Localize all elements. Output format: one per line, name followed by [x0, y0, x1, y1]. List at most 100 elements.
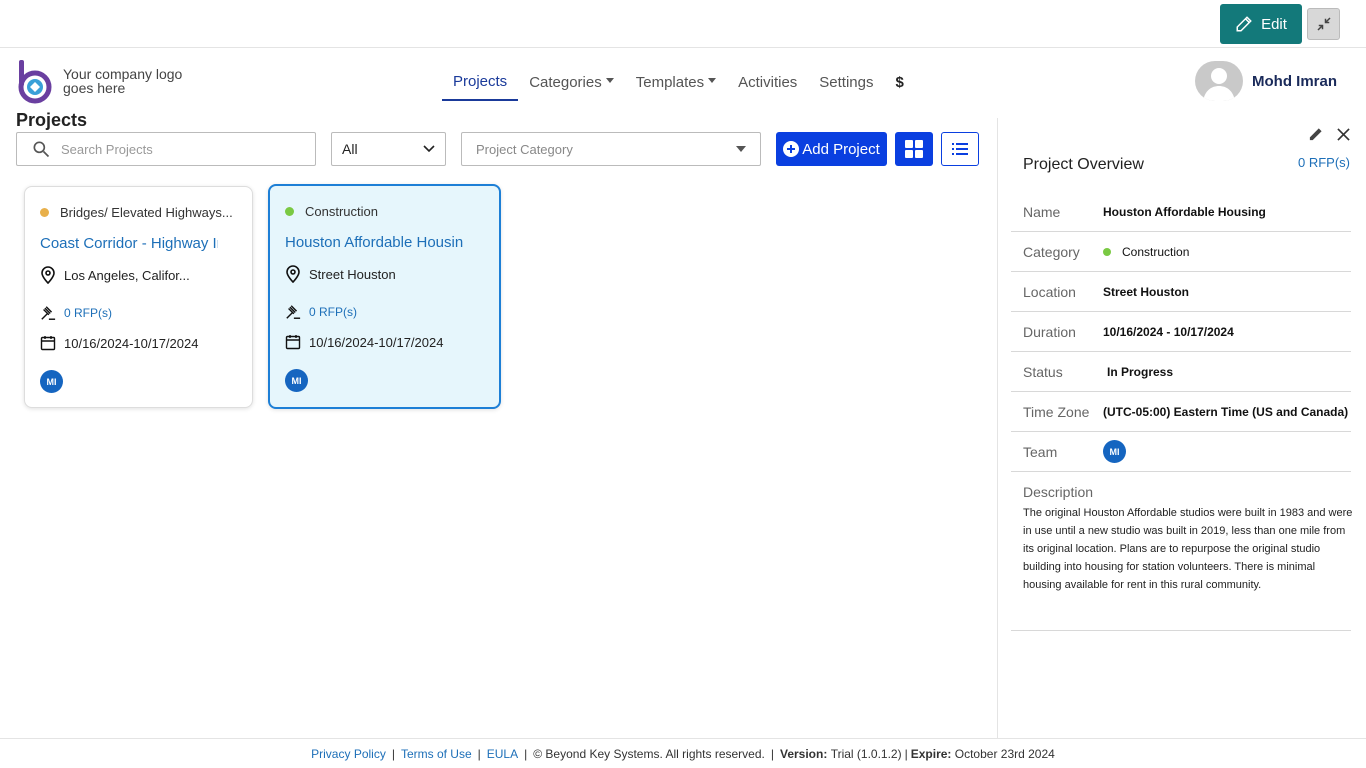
- card-title[interactable]: Coast Corridor - Highway Im: [40, 235, 218, 252]
- terms-of-use-link[interactable]: Terms of Use: [401, 747, 472, 761]
- add-project-button[interactable]: Add Project: [776, 132, 887, 166]
- company-logo: [18, 60, 52, 104]
- eula-link[interactable]: EULA: [487, 747, 518, 761]
- nav-activities-label: Activities: [738, 73, 798, 91]
- nav-billing[interactable]: $: [885, 63, 915, 101]
- edit-button-label: Edit: [1261, 15, 1287, 33]
- panel-rfp-link[interactable]: 0 RFP(s): [1298, 155, 1350, 170]
- main-nav: Projects Categories Templates Activities…: [442, 62, 915, 102]
- panel-title: Project Overview: [1023, 156, 1144, 173]
- version-label: Version:: [779, 746, 828, 761]
- user-name: Mohd Imran: [1252, 72, 1337, 90]
- card-category: Construction: [285, 204, 378, 219]
- user-menu[interactable]: Mohd Imran: [1195, 61, 1337, 101]
- list-view-button[interactable]: [941, 132, 979, 166]
- timezone-label: Time Zone: [1023, 403, 1090, 420]
- overview-row-location: Location Street Houston: [1011, 272, 1351, 312]
- footer-separator: |: [524, 746, 528, 761]
- duration-value: 10/16/2024 - 10/17/2024: [1103, 324, 1234, 339]
- edit-button[interactable]: Edit: [1220, 4, 1302, 44]
- search-box[interactable]: [16, 132, 316, 166]
- status-label: Status: [1023, 363, 1063, 380]
- calendar-icon: [285, 335, 301, 350]
- copyright-text: © Beyond Key Systems. All rights reserve…: [533, 746, 765, 761]
- top-bar: Edit: [0, 0, 1366, 48]
- card-category-label: Construction: [305, 204, 378, 219]
- expire-label: Expire:: [910, 746, 952, 761]
- user-icon: [1203, 68, 1235, 101]
- close-panel-button[interactable]: [1335, 126, 1351, 142]
- category-dot-icon: [285, 207, 294, 216]
- nav-activities[interactable]: Activities: [727, 63, 808, 101]
- card-title[interactable]: Houston Affordable Housing: [285, 234, 463, 251]
- search-icon: [33, 141, 50, 158]
- card-team: MI: [285, 369, 308, 392]
- overview-row-team: Team MI: [1011, 432, 1351, 472]
- overview-row-timezone: Time Zone (UTC-05:00) Eastern Time (US a…: [1011, 392, 1351, 432]
- category-value: Construction: [1103, 245, 1189, 259]
- description-text: The original Houston Affordable studios …: [1023, 507, 1353, 591]
- add-project-label: Add Project: [802, 140, 880, 158]
- nav-categories-label: Categories: [529, 73, 602, 91]
- search-input[interactable]: [61, 141, 291, 157]
- nav-settings[interactable]: Settings: [808, 63, 884, 101]
- collapse-button[interactable]: [1307, 8, 1340, 40]
- category-dot-icon: [40, 208, 49, 217]
- nav-categories[interactable]: Categories: [518, 63, 625, 101]
- overview-row-status: Status In Progress: [1011, 352, 1351, 392]
- privacy-policy-link[interactable]: Privacy Policy: [311, 747, 386, 761]
- card-category: Bridges/ Elevated Highways...: [40, 205, 233, 220]
- footer: Privacy Policy | Terms of Use | EULA | ©…: [0, 738, 1366, 768]
- footer-separator: |: [770, 746, 774, 761]
- map-pin-icon: [41, 266, 55, 284]
- card-dates-text: 10/16/2024-10/17/2024: [309, 334, 444, 350]
- gavel-icon: [41, 306, 56, 320]
- card-rfp-link[interactable]: 0 RFP(s): [64, 306, 112, 320]
- team-label: Team: [1023, 443, 1058, 460]
- dropdown-arrow-icon: [736, 146, 746, 152]
- nav-billing-label: $: [895, 73, 904, 91]
- footer-separator: |: [391, 746, 395, 761]
- project-category-select[interactable]: Project Category: [461, 132, 761, 166]
- name-value: Houston Affordable Housing: [1103, 204, 1266, 219]
- team-member-avatar[interactable]: MI: [285, 369, 308, 392]
- project-card-selected[interactable]: Construction Houston Affordable Housing …: [268, 184, 501, 409]
- project-category-placeholder: Project Category: [476, 141, 573, 157]
- edit-overview-button[interactable]: [1307, 126, 1323, 142]
- description-label: Description: [1023, 484, 1094, 500]
- nav-projects[interactable]: Projects: [442, 63, 519, 101]
- plus-circle-icon: [783, 141, 800, 157]
- team-member-avatar[interactable]: MI: [1103, 440, 1126, 463]
- nav-templates[interactable]: Templates: [625, 63, 727, 101]
- logo-placeholder-text: Your company logo goes here: [63, 66, 183, 96]
- card-dates-text: 10/16/2024-10/17/2024: [64, 335, 199, 351]
- project-card[interactable]: Bridges/ Elevated Highways... Coast Corr…: [24, 186, 253, 408]
- collapse-icon: [1316, 17, 1331, 31]
- list-icon: [952, 143, 968, 155]
- card-rfp-link[interactable]: 0 RFP(s): [309, 305, 357, 319]
- card-location: Los Angeles, Califor...: [40, 266, 190, 284]
- card-location-text: Street Houston: [309, 266, 396, 282]
- grid-icon: [905, 140, 923, 158]
- grid-view-button[interactable]: [895, 132, 933, 166]
- card-dates: 10/16/2024-10/17/2024: [285, 333, 443, 351]
- overview-row-duration: Duration 10/16/2024 - 10/17/2024: [1011, 312, 1351, 352]
- card-rfps: 0 RFP(s): [285, 303, 357, 321]
- status-value: In Progress: [1107, 364, 1174, 379]
- category-dot-icon: [1103, 247, 1111, 256]
- caret-down-icon: [708, 77, 717, 83]
- name-label: Name: [1023, 203, 1061, 220]
- expire-value: October 23rd 2024: [954, 746, 1055, 761]
- chevron-down-icon: [423, 145, 435, 153]
- gavel-icon: [286, 305, 301, 319]
- status-filter-value: All: [342, 141, 358, 157]
- calendar-icon: [40, 336, 56, 351]
- timezone-value: (UTC-05:00) Eastern Time (US and Canada): [1103, 404, 1349, 419]
- panel-actions: [1307, 126, 1351, 142]
- nav-projects-label: Projects: [453, 72, 508, 90]
- card-rfps: 0 RFP(s): [40, 304, 112, 322]
- card-dates: 10/16/2024-10/17/2024: [40, 334, 198, 352]
- overview-row-name: Name Houston Affordable Housing: [1011, 192, 1351, 232]
- team-member-avatar[interactable]: MI: [40, 370, 63, 393]
- status-filter-select[interactable]: All: [331, 132, 446, 166]
